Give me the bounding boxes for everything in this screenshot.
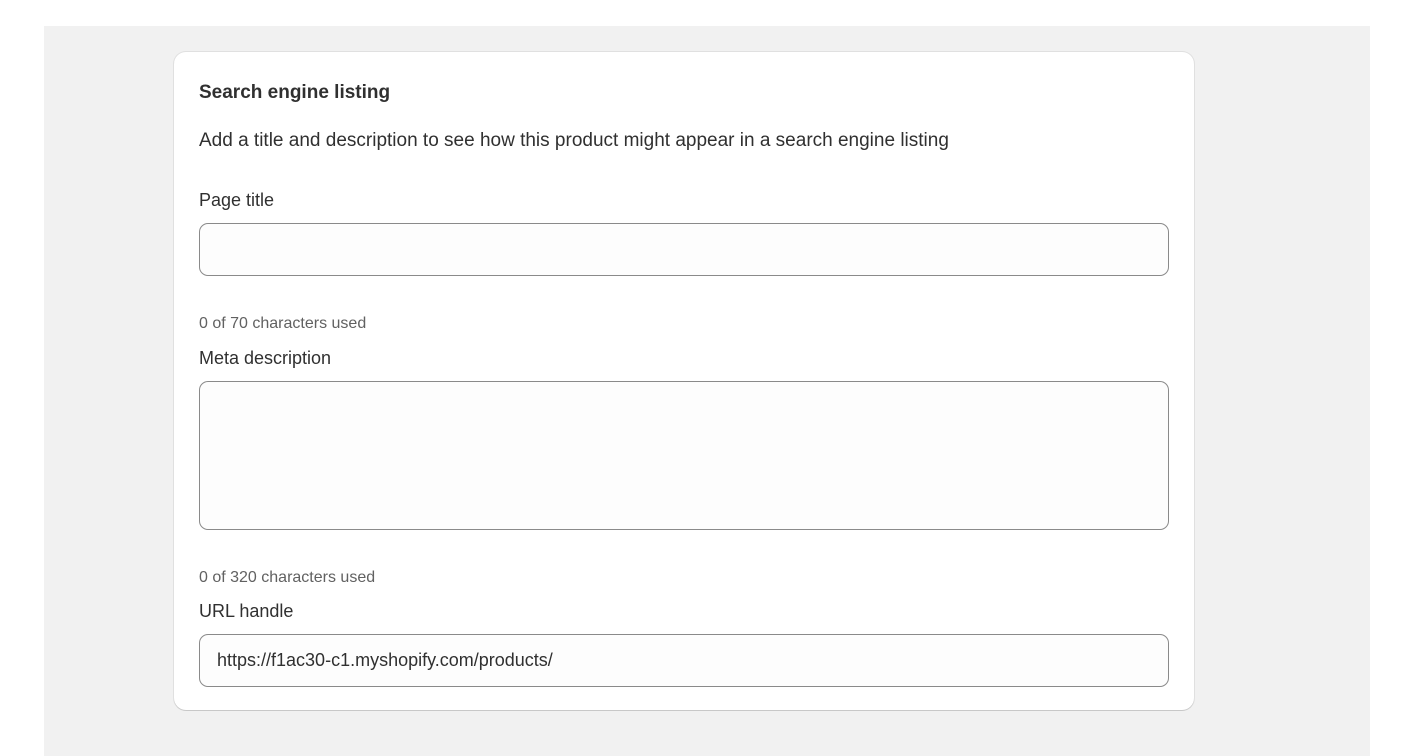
meta-description-char-count: 0 of 320 characters used: [199, 569, 376, 586]
page-background: Search engine listing Add a title and de…: [44, 26, 1370, 756]
card-title: Search engine listing: [199, 82, 391, 103]
url-handle-input[interactable]: https://f1ac30-c1.myshopify.com/products…: [199, 634, 1169, 687]
meta-description-textarea[interactable]: [199, 381, 1169, 530]
card-description: Add a title and description to see how t…: [199, 130, 949, 151]
page-title-input[interactable]: [199, 223, 1169, 276]
search-engine-listing-card: Search engine listing Add a title and de…: [174, 52, 1194, 710]
url-handle-label: URL handle: [199, 601, 294, 621]
page-title-label: Page title: [199, 190, 275, 210]
url-handle-prefix: https://f1ac30-c1.myshopify.com/products…: [217, 650, 553, 670]
page-title-char-count: 0 of 70 characters used: [199, 315, 367, 332]
meta-description-label: Meta description: [199, 348, 332, 368]
